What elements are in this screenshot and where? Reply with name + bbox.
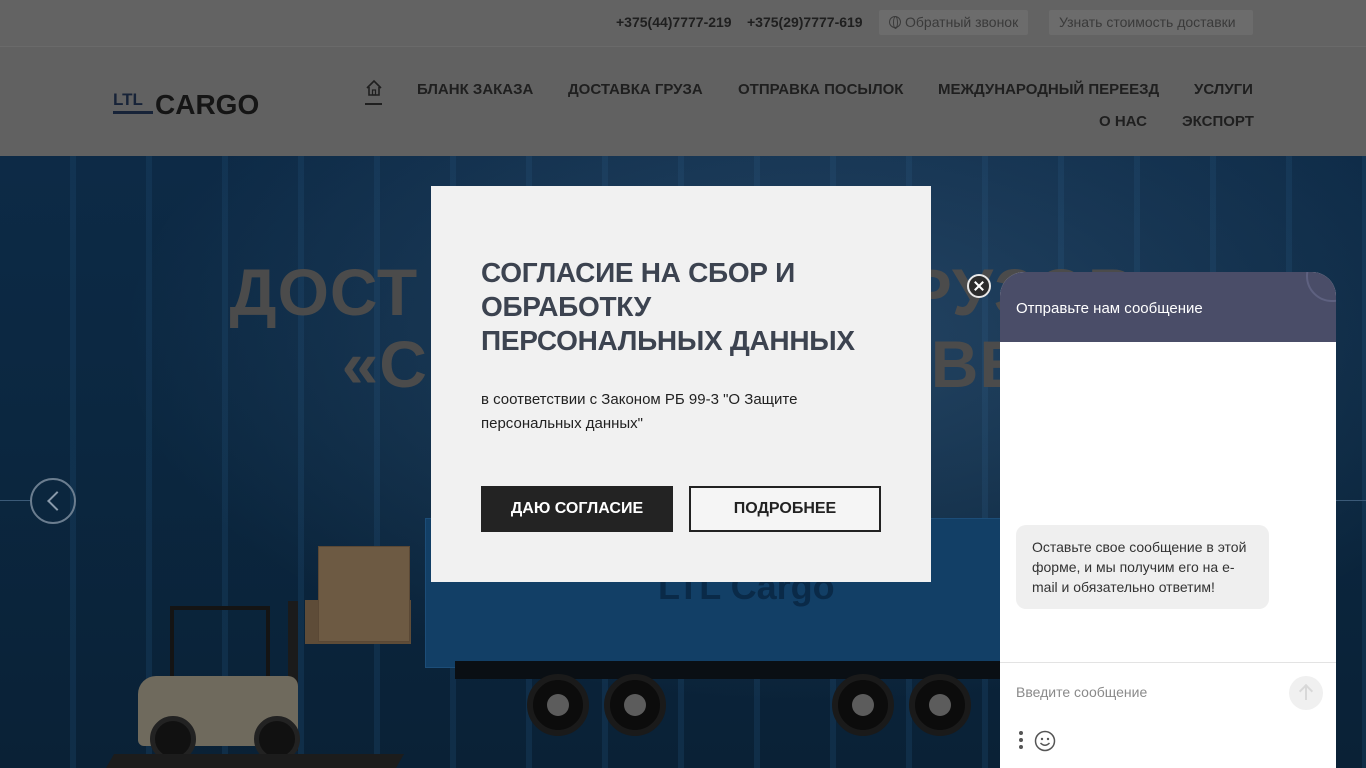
nav-international-move[interactable]: МЕЖДУНАРОДНЫЙ ПЕРЕЕЗД bbox=[938, 81, 1159, 98]
chevron-left-icon[interactable] bbox=[30, 478, 76, 524]
consent-modal: СОГЛАСИЕ НА СБОР И ОБРАБОТКУ ПЕРСОНАЛЬНЫ… bbox=[431, 186, 931, 582]
consent-text: в соответствии с Законом РБ 99-3 "О Защи… bbox=[481, 391, 798, 432]
callback-button[interactable]: Обратный звонок bbox=[879, 10, 1029, 35]
home-active-underline bbox=[365, 103, 382, 105]
nav-cargo-delivery[interactable]: ДОСТАВКА ГРУЗА bbox=[568, 81, 703, 98]
chat-message-input[interactable] bbox=[1016, 680, 1276, 704]
site-logo[interactable]: LTL CARGO bbox=[113, 87, 273, 120]
logo-ltl-text: LTL bbox=[113, 90, 143, 109]
phone-link-2[interactable]: +375(29)7777-619 bbox=[747, 14, 863, 30]
chat-widget: Отправьте нам сообщение Оставьте свое со… bbox=[1000, 272, 1336, 768]
arrow-up-icon[interactable] bbox=[1289, 676, 1323, 710]
close-icon[interactable] bbox=[967, 274, 991, 298]
truck-wheel bbox=[832, 674, 894, 736]
nav-parcel-shipping[interactable]: ОТПРАВКА ПОСЫЛОК bbox=[738, 81, 903, 98]
globe-icon bbox=[889, 16, 901, 29]
chat-header-title: Отправьте нам сообщение bbox=[1016, 300, 1203, 317]
logo-underline bbox=[113, 111, 153, 114]
logo-cargo-text: CARGO bbox=[155, 89, 260, 120]
truck-wheel bbox=[909, 674, 971, 736]
site-header: LTL CARGO БЛАНК ЗАКАЗА ДОСТАВКА ГРУЗА ОТ… bbox=[0, 46, 1366, 156]
home-icon[interactable] bbox=[365, 79, 383, 105]
truck-wheel bbox=[527, 674, 589, 736]
delivery-cost-button[interactable]: Узнать стоимость доставки bbox=[1049, 10, 1253, 35]
agree-button[interactable]: ДАЮ СОГЛАСИЕ bbox=[481, 486, 673, 532]
callback-label: Обратный звонок bbox=[905, 14, 1019, 30]
nav-about[interactable]: О НАС bbox=[1099, 113, 1147, 130]
nav-services[interactable]: УСЛУГИ bbox=[1194, 81, 1253, 98]
cargo-box bbox=[318, 546, 410, 642]
more-vertical-icon[interactable] bbox=[1019, 731, 1023, 751]
chat-welcome-message: Оставьте свое сообщение в этой форме, и … bbox=[1016, 525, 1269, 609]
nav-export[interactable]: ЭКСПОРТ bbox=[1182, 113, 1254, 130]
chat-header: Отправьте нам сообщение bbox=[1000, 272, 1336, 342]
more-info-button[interactable]: ПОДРОБНЕЕ bbox=[689, 486, 881, 532]
top-contact-bar: +375(44)7777-219 +375(29)7777-619 Обратн… bbox=[0, 0, 1366, 46]
smiley-icon[interactable] bbox=[1034, 730, 1056, 757]
truck-wheel bbox=[604, 674, 666, 736]
phone-link-1[interactable]: +375(44)7777-219 bbox=[616, 14, 732, 30]
nav-order-form[interactable]: БЛАНК ЗАКАЗА bbox=[417, 81, 533, 98]
consent-title: СОГЛАСИЕ НА СБОР И ОБРАБОТКУ ПЕРСОНАЛЬНЫ… bbox=[481, 257, 855, 356]
